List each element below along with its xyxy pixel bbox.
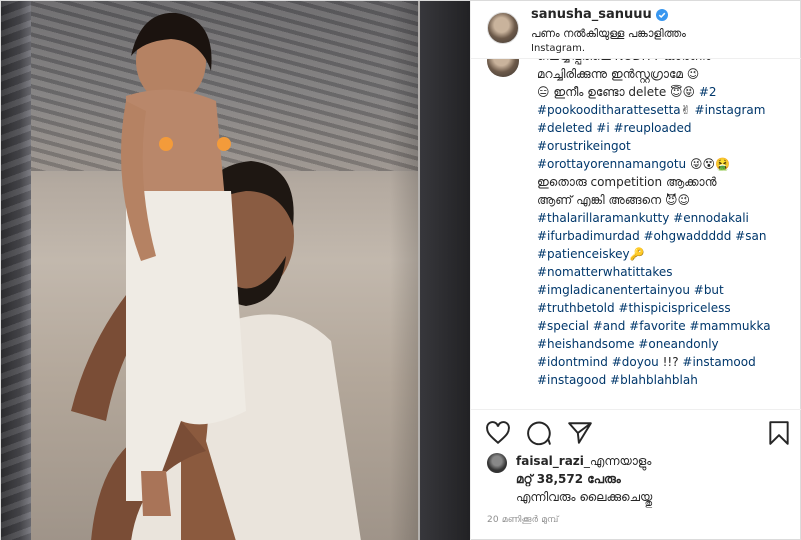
post-header: sanusha_sanuuu പണം നൽകിയുള്ള പങ്കാളിത്തം…	[471, 1, 801, 59]
caption-line: 😑 ഇനീം ഉണ്ടോ delete 😇😝 #2	[537, 83, 795, 101]
caption-line: #special #and #favorite #mammukka	[537, 317, 795, 335]
caption-text: ഷെയ്യപ്പരിലെ NUDITY കാരണം	[537, 59, 711, 63]
likes-first-line: faisal_razi_എന്നയാളും	[516, 454, 651, 469]
caption-text: 😑 ഇനീം ഉണ്ടോ delete 😇😝	[537, 85, 699, 99]
liker-username[interactable]: faisal_razi	[516, 454, 584, 468]
caption-text: !!?	[658, 355, 683, 369]
hashtag-link[interactable]: #heishandsome #oneandonly	[537, 337, 719, 351]
hashtag-link[interactable]: #2	[699, 85, 717, 99]
hashtag-link[interactable]: #pookooditharattesetta	[537, 103, 681, 117]
hashtag-link[interactable]: #idontmind #doyou	[537, 355, 659, 369]
hashtag-link[interactable]: #ifurbadimurdad #ohgwaddddd #san	[537, 229, 766, 243]
likes-count[interactable]: മറ്റ് 38,572 പേരും	[516, 472, 621, 487]
caption-text: ✌	[680, 103, 695, 117]
hashtag-link[interactable]: #orustrikeingot	[537, 139, 631, 153]
bookmark-icon[interactable]	[766, 420, 792, 446]
photo-figures	[71, 12, 361, 540]
caption-text: 🔑	[629, 247, 645, 261]
post-photo[interactable]	[1, 1, 470, 540]
hashtag-link[interactable]: #special #and #favorite #mammukka	[537, 319, 771, 333]
post-actions	[471, 409, 801, 449]
partner-name[interactable]: Instagram.	[531, 43, 585, 54]
caption-text: ഇതൊരു competition ആക്കാൻ	[537, 175, 717, 189]
caption-line: #pookooditharattesetta✌ #instagram	[537, 101, 795, 119]
caption-line: #instagood #blahblahblah	[537, 371, 795, 389]
author-username[interactable]: sanusha_sanuuu	[531, 7, 652, 22]
caption-text: 😜😵🤮	[686, 157, 730, 171]
caption-line: #ifurbadimurdad #ohgwaddddd #san	[537, 227, 795, 245]
username-row: sanusha_sanuuu	[531, 7, 668, 22]
likes-summary: faisal_razi_എന്നയാളും മറ്റ് 38,572 പേരും…	[471, 449, 801, 509]
caption-text: മറച്ചിരിക്കുന്നു ഇൻസ്റ്റഗ്രാമേ 😉	[537, 67, 700, 81]
caption-line: ഇതൊരു competition ആക്കാൻ	[537, 173, 795, 191]
hashtag-link[interactable]: #truthbetold #thispicispriceless	[537, 301, 731, 315]
hashtag-link[interactable]: #nomatterwhatittakes	[537, 265, 673, 279]
caption-line: #heishandsome #oneandonly	[537, 335, 795, 353]
liker-avatar[interactable]	[487, 453, 507, 473]
hashtag-link[interactable]: #imgladicanentertainyou #but	[537, 283, 724, 297]
caption-line: #patienceiskey🔑	[537, 245, 795, 263]
hashtag-link[interactable]: #thalarillaramankutty #ennodakali	[537, 211, 749, 225]
likes-tail-text: എന്നിവരും ലൈക്കുചെയ്തു	[516, 490, 653, 504]
heart-icon[interactable]	[485, 420, 511, 446]
caption-line: മറച്ചിരിക്കുന്നു ഇൻസ്റ്റഗ്രാമേ 😉	[537, 65, 795, 83]
post-timestamp[interactable]: 20 മണിക്കൂർ മുമ്പ്	[487, 515, 559, 525]
caption-line: #orottayorennamangotu 😜😵🤮	[537, 155, 795, 173]
caption-line: #orustrikeingot	[537, 137, 795, 155]
hashtag-link[interactable]: #instagram	[695, 103, 766, 117]
share-icon[interactable]	[567, 420, 593, 446]
hashtag-link[interactable]: #orottayorennamangotu	[537, 157, 686, 171]
liker-suffix: _എന്നയാളും	[583, 454, 652, 468]
hashtag-link[interactable]: #instagood #blahblahblah	[537, 373, 698, 387]
caption-author-avatar[interactable]	[487, 59, 519, 77]
hashtag-link[interactable]: #instamood	[682, 355, 755, 369]
caption-line: #deleted #i #reuploaded	[537, 119, 795, 137]
caption-text: ആണ് എങ്കി അങ്ങനെ 😈😉	[537, 193, 690, 207]
verified-badge-icon	[655, 8, 668, 21]
caption-line: #nomatterwhatittakes	[537, 263, 795, 281]
comment-icon[interactable]	[526, 420, 552, 446]
caption-line: ആണ് എങ്കി അങ്ങനെ 😈😉	[537, 191, 795, 209]
instagram-post: sanusha_sanuuu പണം നൽകിയുള്ള പങ്കാളിത്തം…	[0, 0, 801, 540]
caption-line: #truthbetold #thispicispriceless	[537, 299, 795, 317]
caption-area: ഷെയ്യപ്പരിലെ NUDITY കാരണം മറച്ചിരിക്കുന്ന…	[471, 59, 801, 409]
post-caption: ഷെയ്യപ്പരിലെ NUDITY കാരണം മറച്ചിരിക്കുന്ന…	[537, 59, 795, 389]
post-sidebar: sanusha_sanuuu പണം നൽകിയുള്ള പങ്കാളിത്തം…	[470, 1, 801, 540]
paid-partnership-label[interactable]: പണം നൽകിയുള്ള പങ്കാളിത്തം	[531, 27, 686, 41]
caption-line: #idontmind #doyou !!? #instamood	[537, 353, 795, 371]
caption-line: #imgladicanentertainyou #but	[537, 281, 795, 299]
author-avatar[interactable]	[487, 12, 519, 44]
hashtag-link[interactable]: #patienceiskey	[537, 247, 630, 261]
caption-line: #thalarillaramankutty #ennodakali	[537, 209, 795, 227]
hashtag-link[interactable]: #deleted #i #reuploaded	[537, 121, 691, 135]
